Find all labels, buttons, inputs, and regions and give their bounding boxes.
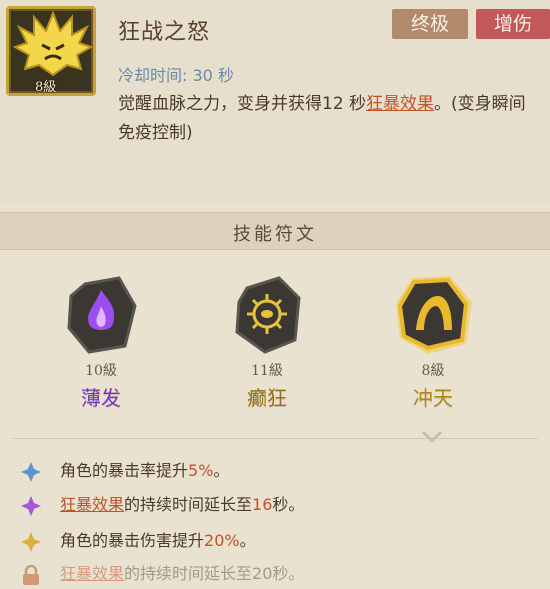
skill-description: 觉醒血脉之力，变身并获得12 秒狂暴效果。(变身瞬间免疫控制) [118, 90, 542, 148]
effect-text: 角色的暴击率提升 [60, 461, 189, 480]
section-divider [12, 438, 538, 439]
rune-level: 10級 [85, 363, 117, 379]
purple-diamond-icon [21, 496, 41, 516]
effect-value: 20 [252, 564, 273, 583]
rune-name: 薄发 [81, 386, 121, 410]
chevron-down-icon [421, 430, 443, 444]
frenzy-effect-link[interactable]: 狂暴效果 [60, 564, 124, 583]
purple-flame-rune-icon [67, 276, 137, 354]
skill-title: 狂战之怒 [118, 20, 211, 45]
rune-chongtian[interactable]: 8級 冲天 [388, 268, 478, 411]
effect-suffix: 。 [239, 531, 256, 550]
skill-icon[interactable]: 8級 [6, 6, 96, 96]
frenzy-effect-link[interactable]: 狂暴效果 [366, 94, 434, 114]
effect-value: 16 [252, 495, 273, 514]
runes-section-title: 技能符文 [233, 224, 317, 245]
rune-level: 11級 [251, 363, 283, 379]
tag-damage-boost: 增伤 [476, 9, 550, 39]
skill-level-badge: 8級 [35, 80, 57, 95]
soaring-rune-icon [396, 276, 472, 354]
tag-ultimate: 终极 [392, 9, 468, 39]
rune-name: 冲天 [413, 386, 453, 410]
skill-header-panel: 8級 狂战之怒 终极 增伤 冷却时间: 30 秒 觉醒血脉之力，变身并获得12 … [0, 0, 550, 205]
blue-diamond-icon [21, 462, 41, 482]
effect-value: 20% [204, 531, 240, 550]
frenzy-effect-link[interactable]: 狂暴效果 [60, 495, 124, 514]
lock-icon [23, 564, 39, 585]
rune-bofa[interactable]: 10級 薄发 [56, 268, 146, 411]
runes-section-header: 技能符文 [0, 212, 550, 250]
cooldown-text: 冷却时间: 30 秒 [118, 66, 234, 85]
effect-suffix: 。 [213, 461, 230, 480]
rune-dianjuang[interactable]: 11級 癫狂 [222, 268, 312, 411]
effect-text: 的持续时间延长至 [124, 495, 253, 514]
effect-value: 5% [188, 461, 214, 480]
rune-name: 癫狂 [247, 386, 287, 410]
eye-rune-icon [235, 276, 301, 354]
description-text: 觉醒血脉之力，变身并获得12 秒 [118, 94, 367, 114]
effect-text: 角色的暴击伤害提升 [60, 531, 205, 550]
effect-suffix: 秒。 [272, 564, 305, 583]
rune-level: 8級 [421, 363, 445, 379]
effect-suffix: 秒。 [272, 495, 305, 514]
effect-text: 的持续时间延长至 [124, 564, 253, 583]
gold-diamond-icon [21, 532, 41, 552]
